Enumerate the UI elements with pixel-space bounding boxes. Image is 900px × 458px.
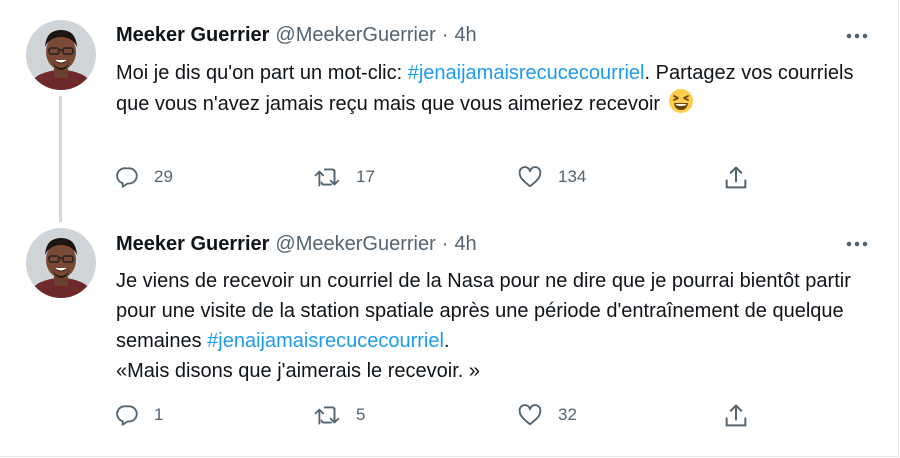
more-options-icon [846,33,868,39]
like-button[interactable]: 32 [516,402,577,428]
reply-count: 29 [154,167,173,186]
share-icon [725,166,747,189]
heart-icon [518,404,542,426]
author-handle[interactable]: @MeekerGuerrier [275,233,435,256]
share-button[interactable] [722,164,750,192]
tweet-2[interactable]: Meeker Guerrier @MeekerGuerrier · 4h Je … [0,220,898,456]
separator-dot: · [441,233,449,255]
author-avatar[interactable] [26,228,96,298]
tweet-timestamp[interactable]: 4h [454,233,476,256]
tweet-header: Meeker Guerrier @MeekerGuerrier · 4h [116,24,477,47]
author-name[interactable]: Meeker Guerrier [116,24,269,47]
tweet-1[interactable]: Meeker Guerrier @MeekerGuerrier · 4h Moi… [0,0,898,220]
reply-button[interactable]: 1 [114,402,163,428]
hashtag-link[interactable]: #jenaijamaisrecucecourriel [408,62,645,84]
hashtag-link[interactable]: #jenaijamaisrecucecourriel [207,330,444,352]
tweet-text: Moi je dis qu'on part un mot-clic: #jena… [116,58,880,123]
author-handle[interactable]: @MeekerGuerrier [275,24,435,47]
tweet-header: Meeker Guerrier @MeekerGuerrier · 4h [116,233,477,256]
reply-icon [116,167,138,188]
retweet-count: 17 [356,167,375,186]
tweet-text-start: Moi je dis qu'on part un mot-clic: [116,62,408,84]
like-count: 134 [558,167,587,186]
tweet-text-quote: «Mais disons que j'aimerais le recevoir.… [116,360,480,382]
more-options-button[interactable] [840,26,874,46]
grinning-squinting-face-emoji [668,88,694,123]
like-count: 32 [558,405,577,424]
retweet-icon [314,168,340,187]
tweet-thread: Meeker Guerrier @MeekerGuerrier · 4h Moi… [0,0,899,457]
separator-dot: · [441,24,449,46]
author-avatar[interactable] [26,20,96,90]
tweet-text-end: . [443,330,450,352]
retweet-icon [314,406,340,425]
reply-button[interactable]: 29 [114,164,173,190]
reply-icon [116,405,138,426]
heart-icon [518,166,542,188]
share-icon [725,404,747,427]
share-button[interactable] [722,402,750,430]
retweet-button[interactable]: 5 [314,402,365,428]
like-button[interactable]: 134 [516,164,586,190]
tweet-actions: 29 17 134 [0,164,898,194]
retweet-button[interactable]: 17 [314,164,375,190]
tweet-text: Je viens de recevoir un courriel de la N… [116,266,880,386]
reply-count: 1 [154,405,164,424]
tweet-timestamp[interactable]: 4h [454,24,476,47]
more-options-button[interactable] [840,234,874,254]
author-name[interactable]: Meeker Guerrier [116,233,269,256]
tweet-actions: 1 5 32 [0,402,898,432]
more-options-icon [846,241,868,247]
retweet-count: 5 [356,405,366,424]
